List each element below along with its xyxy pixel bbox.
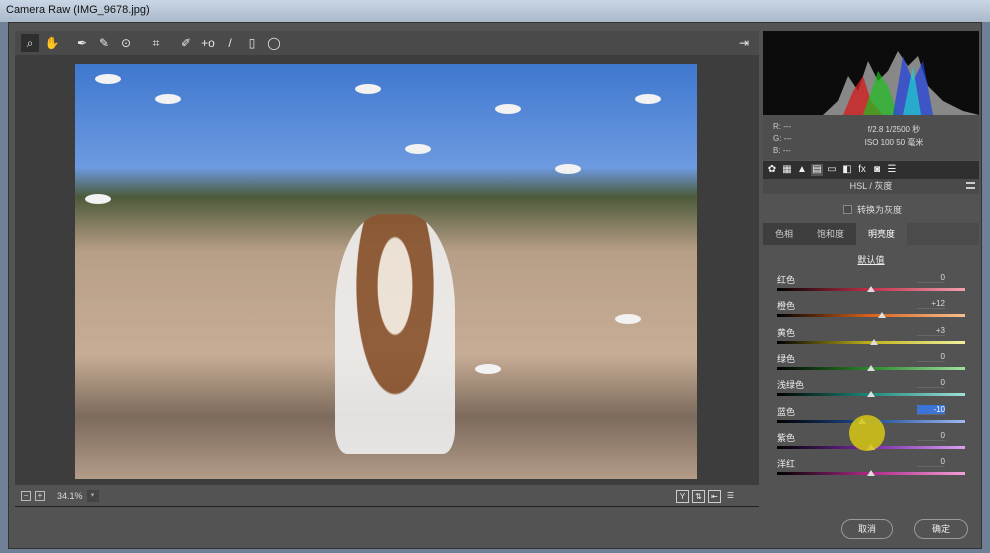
exif-iso-focal: ISO 100 50 毫米 [864, 138, 924, 147]
swap-settings-icon[interactable]: ⇅ [692, 490, 705, 503]
checkbox-label: 转换为灰度 [857, 205, 903, 215]
zoom-dropdown[interactable]: ▾ [86, 489, 99, 502]
subject [335, 214, 455, 454]
camera-raw-window: ⌕ ✋ ✒ ✎ ⊙ ⌗ ✐ +o / ▯ ◯ ⇥ − + 34.1% ▾ Y ⇅… [8, 22, 982, 549]
adjustment-brush-icon[interactable]: / [221, 34, 239, 52]
zoom-tool-icon[interactable]: ⌕ [21, 34, 39, 52]
b-readout: B: --- [773, 146, 791, 155]
slider-value-input[interactable]: 0 [917, 431, 945, 441]
slider-2: 黄色 +3 [777, 326, 965, 352]
radial-filter-icon[interactable]: ◯ [265, 34, 283, 52]
hsl-icon[interactable]: ▤ [811, 164, 823, 176]
slider-label: 绿色 [777, 353, 796, 364]
tab-saturation[interactable]: 饱和度 [805, 223, 857, 245]
exif-aperture-shutter: f/2.8 1/2500 秒 [867, 125, 921, 134]
slider-thumb[interactable] [867, 364, 875, 371]
slider-thumb[interactable] [867, 470, 875, 477]
slider-4: 浅绿色 0 [777, 378, 965, 404]
slider-value-input[interactable]: 0 [917, 378, 945, 389]
photo [75, 64, 697, 479]
toolbar: ⌕ ✋ ✒ ✎ ⊙ ⌗ ✐ +o / ▯ ◯ ⇥ [15, 31, 759, 55]
adjustment-panel: R: --- G: --- B: --- f/2.8 1/2500 秒 ISO 100… [763, 31, 979, 507]
ok-button[interactable]: 确定 [914, 519, 968, 539]
effects-icon[interactable]: fx [856, 164, 868, 176]
zoom-in-button[interactable]: + [35, 490, 45, 501]
camera-calibration-icon[interactable]: ◙ [871, 164, 883, 176]
zoom-level: 34.1% [57, 490, 83, 501]
slider-value-input[interactable]: -10 [917, 404, 945, 415]
slider-value-input[interactable]: 0 [917, 352, 945, 362]
slider-label: 黄色 [777, 327, 796, 338]
histogram [763, 31, 979, 115]
copy-settings-icon[interactable]: ⇤ [708, 490, 721, 503]
slider-3: 绿色 0 [777, 352, 965, 378]
slider-value-input[interactable]: 0 [917, 457, 945, 468]
open-preferences-icon[interactable]: ⇥ [735, 34, 753, 52]
slider-value-input[interactable]: 0 [917, 273, 945, 283]
info-panel: R: --- G: --- B: --- f/2.8 1/2500 秒 ISO 100… [763, 115, 979, 160]
slider-thumb[interactable] [869, 338, 878, 345]
slider-1: 橙色 +12 [777, 299, 965, 325]
basic-panel-icon[interactable]: ✿ [766, 164, 778, 176]
checkbox-icon[interactable] [843, 205, 852, 214]
white-balance-tool-icon[interactable]: ✒ [73, 34, 91, 52]
slider-track[interactable] [777, 314, 965, 318]
detail-icon[interactable]: ▲ [796, 164, 808, 176]
color-sampler-tool-icon[interactable]: ✎ [95, 34, 113, 52]
slider-label: 浅绿色 [777, 380, 805, 391]
image-preview[interactable] [15, 55, 759, 485]
slider-thumb[interactable] [867, 391, 875, 398]
g-readout: G: --- [773, 134, 792, 143]
default-link[interactable]: 默认值 [763, 253, 979, 266]
targeted-adjustment-tool-icon[interactable]: ⊙ [117, 34, 135, 52]
slider-value-input[interactable]: +3 [917, 326, 945, 336]
panel-tabs: ✿ ▦ ▲ ▤ ▭ ◧ fx ◙ ☰ [763, 161, 979, 179]
slider-thumb[interactable] [867, 286, 875, 292]
slider-0: 红色 0 [777, 273, 965, 299]
graduated-filter-icon[interactable]: ▯ [243, 34, 261, 52]
lens-corrections-icon[interactable]: ◧ [841, 164, 853, 176]
hand-tool-icon[interactable]: ✋ [43, 34, 61, 52]
tab-luminance[interactable]: 明亮度 [856, 223, 908, 245]
slider-label: 红色 [777, 275, 796, 285]
hsl-title: HSL / 灰度 [849, 181, 893, 191]
section-title: HSL / 灰度 [763, 179, 979, 194]
convert-grayscale-checkbox[interactable]: 转换为灰度 [843, 203, 902, 216]
cancel-button[interactable]: 取消 [841, 519, 893, 539]
presets-icon[interactable]: ☰ [886, 164, 898, 176]
slider-label: 蓝色 [777, 406, 796, 417]
cursor-highlight [849, 415, 885, 451]
title-bar: Camera Raw (IMG_9678.jpg) [0, 0, 990, 22]
crop-tool-icon[interactable]: ⌗ [147, 34, 165, 52]
tab-hue[interactable]: 色相 [763, 223, 806, 245]
slider-label: 紫色 [777, 432, 796, 443]
split-toning-icon[interactable]: ▭ [826, 164, 838, 176]
spot-removal-tool-icon[interactable]: ✐ [177, 34, 195, 52]
before-after-view-icon[interactable]: Y [676, 490, 689, 503]
slider-value-input[interactable]: +12 [917, 299, 945, 310]
slider-thumb[interactable] [878, 312, 887, 319]
panel-menu-icon[interactable] [966, 182, 975, 189]
window-title: Camera Raw (IMG_9678.jpg) [6, 4, 150, 16]
zoom-out-button[interactable]: − [21, 490, 31, 501]
view-settings-icon[interactable]: ☰ [724, 490, 737, 503]
slider-label: 橙色 [777, 301, 796, 312]
r-readout: R: --- [773, 122, 792, 131]
hsl-tabs: 色相 饱和度 明亮度 [763, 223, 979, 245]
red-eye-tool-icon[interactable]: +o [199, 34, 217, 52]
preview-footer: − + 34.1% ▾ Y ⇅ ⇤ ☰ [15, 485, 759, 507]
slider-7: 洋红 0 [777, 457, 965, 483]
tone-curve-icon[interactable]: ▦ [781, 164, 793, 176]
slider-label: 洋红 [777, 459, 796, 470]
